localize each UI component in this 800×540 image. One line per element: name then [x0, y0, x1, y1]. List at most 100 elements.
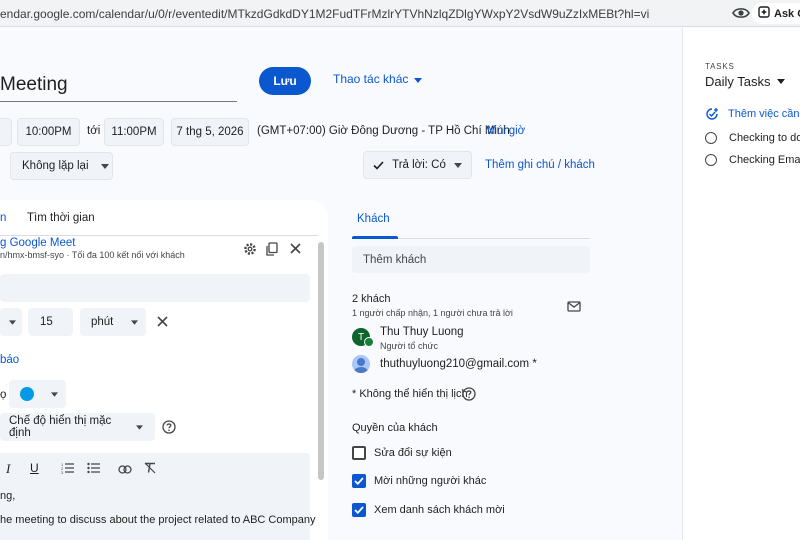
help-icon[interactable]: [162, 420, 176, 437]
add-notification-link[interactable]: báo: [0, 354, 19, 366]
visibility-dropdown[interactable]: Chế độ hiển thị mặc định: [0, 413, 155, 441]
checkbox-checked[interactable]: [352, 474, 366, 488]
guest-count: 2 khách: [352, 293, 391, 305]
caret-down-icon: [136, 424, 143, 430]
more-actions-label: Thao tác khác: [333, 72, 409, 86]
tasks-panel: TASKS Daily Tasks Thêm việc cần l Checki…: [682, 28, 800, 540]
tab-find-time[interactable]: Tìm thời gian: [27, 212, 95, 224]
caret-down-icon: [453, 162, 462, 168]
notification-value-input[interactable]: 15: [28, 308, 73, 336]
end-date-chip[interactable]: 7 thg 5, 2026: [171, 118, 249, 146]
visibility-label: Chế độ hiển thị mặc định: [9, 415, 112, 439]
end-time-chip[interactable]: 11:00PM: [104, 118, 164, 146]
timezone-text: (GMT+07:00) Giờ Đông Dương - TP Hồ Chí M…: [257, 125, 510, 137]
task-complete-circle-icon[interactable]: [705, 132, 717, 144]
email-guests-icon[interactable]: [567, 301, 581, 315]
permission-label: Mời những người khác: [374, 475, 487, 487]
help-icon[interactable]: [462, 387, 476, 404]
event-title-input[interactable]: Meeting: [0, 74, 237, 102]
add-task-button[interactable]: Thêm việc cần l: [705, 107, 800, 121]
guest-email: thuthuyluong210@gmail.com *: [380, 358, 537, 370]
copy-icon[interactable]: [265, 242, 278, 259]
eye-icon[interactable]: [732, 5, 750, 21]
ask-label: Ask Go: [774, 7, 800, 20]
notification-type-dropdown[interactable]: [0, 308, 22, 336]
permission-invite-others[interactable]: Mời những người khác: [352, 474, 486, 488]
permission-modify-event[interactable]: Sửa đổi sự kiện: [352, 446, 452, 460]
close-icon[interactable]: [290, 243, 301, 257]
task-label: Checking to do: [729, 132, 800, 144]
caret-down-icon: [51, 391, 58, 397]
browser-url-bar[interactable]: endar.google.com/calendar/u/0/r/eventedi…: [0, 0, 800, 27]
person-icon: [357, 358, 365, 366]
timezone-link[interactable]: Múi giờ: [487, 125, 525, 137]
link-icon[interactable]: [118, 463, 132, 477]
meet-join-link[interactable]: g Google Meet: [0, 237, 75, 249]
color-dropdown[interactable]: [9, 380, 66, 408]
location-input[interactable]: [0, 274, 310, 302]
caret-down-icon: [100, 163, 109, 169]
tab-details[interactable]: n: [0, 212, 6, 224]
start-date-chip[interactable]: [0, 118, 12, 146]
checkbox[interactable]: [352, 446, 366, 460]
permission-see-guest-list[interactable]: Xem danh sách khách mời: [352, 503, 505, 517]
add-task-icon: [706, 108, 718, 120]
permission-label: Sửa đổi sự kiện: [374, 447, 452, 459]
underline-icon[interactable]: U: [30, 461, 39, 475]
caret-down-icon: [414, 72, 423, 86]
repeat-dropdown[interactable]: Không lặp lại: [10, 152, 113, 180]
permission-label: Xem danh sách khách mời: [374, 504, 505, 516]
notification-unit-label: phút: [91, 316, 114, 328]
color-swatch: [20, 387, 34, 401]
accepted-check-icon: [364, 337, 374, 347]
url-text[interactable]: endar.google.com/calendar/u/0/r/eventedi…: [0, 7, 649, 21]
permissions-title: Quyền của khách: [352, 422, 438, 434]
guest-tab-indicator: [352, 236, 398, 239]
check-icon: [373, 160, 384, 170]
add-note-link[interactable]: Thêm ghi chú / khách: [485, 159, 595, 171]
task-list-name: Daily Tasks: [705, 74, 771, 89]
tab-divider: [0, 235, 318, 236]
guest-name: Thu Thuy Luong: [380, 326, 464, 338]
guest-summary: 1 người chấp nhận, 1 người chưa trả lời: [352, 308, 513, 318]
task-item[interactable]: Checking Emails: [705, 154, 800, 166]
add-task-label: Thêm việc cần l: [728, 108, 800, 120]
guest-role: Người tổ chức: [380, 341, 438, 351]
save-button[interactable]: Lưu: [259, 67, 311, 95]
tasks-header: TASKS: [705, 62, 735, 71]
task-item[interactable]: Checking to do: [705, 132, 800, 144]
numbered-list-icon[interactable]: 123: [61, 462, 74, 477]
checkbox-checked[interactable]: [352, 503, 366, 517]
to-label: tới: [87, 125, 101, 137]
task-list-selector[interactable]: Daily Tasks: [705, 74, 785, 89]
description-line-2: he meeting to discuss about the project …: [0, 514, 316, 526]
caret-down-icon: [131, 319, 138, 325]
gemini-icon: [758, 6, 770, 21]
add-guest-input[interactable]: Thêm khách: [352, 246, 590, 273]
color-label-partial: ọ: [0, 389, 7, 401]
start-time-chip[interactable]: 10:00PM: [17, 118, 80, 146]
meet-info: n/hmx-bmsf-syo · Tối đa 100 kết nối với …: [0, 250, 185, 260]
more-actions-button[interactable]: Thao tác khác: [333, 72, 423, 86]
gear-icon[interactable]: [243, 242, 257, 259]
avatar: [352, 355, 370, 373]
ask-gemini-button[interactable]: Ask Go: [752, 3, 800, 24]
clear-format-icon[interactable]: [144, 462, 156, 477]
svg-text:3: 3: [61, 470, 64, 474]
rsvp-dropdown[interactable]: Trả lời: Có: [363, 151, 472, 179]
card-scrollbar[interactable]: [318, 242, 324, 480]
italic-icon[interactable]: I: [6, 461, 10, 477]
caret-down-icon: [776, 79, 785, 84]
description-line-1: ng,: [0, 490, 16, 502]
caret-down-icon: [9, 319, 16, 325]
tab-guests[interactable]: Khách: [357, 213, 390, 225]
task-label: Checking Emails: [729, 154, 800, 166]
repeat-label: Không lặp lại: [22, 160, 89, 172]
calendar-note: * Không thể hiển thị lịch: [352, 388, 468, 400]
formatting-toolbar: I U 123: [0, 459, 310, 479]
rsvp-label: Trả lời: Có: [392, 159, 446, 171]
notification-unit-dropdown[interactable]: phút: [80, 308, 146, 336]
remove-notification-icon[interactable]: [157, 316, 168, 330]
bulleted-list-icon[interactable]: [87, 462, 100, 477]
task-complete-circle-icon[interactable]: [705, 154, 717, 166]
